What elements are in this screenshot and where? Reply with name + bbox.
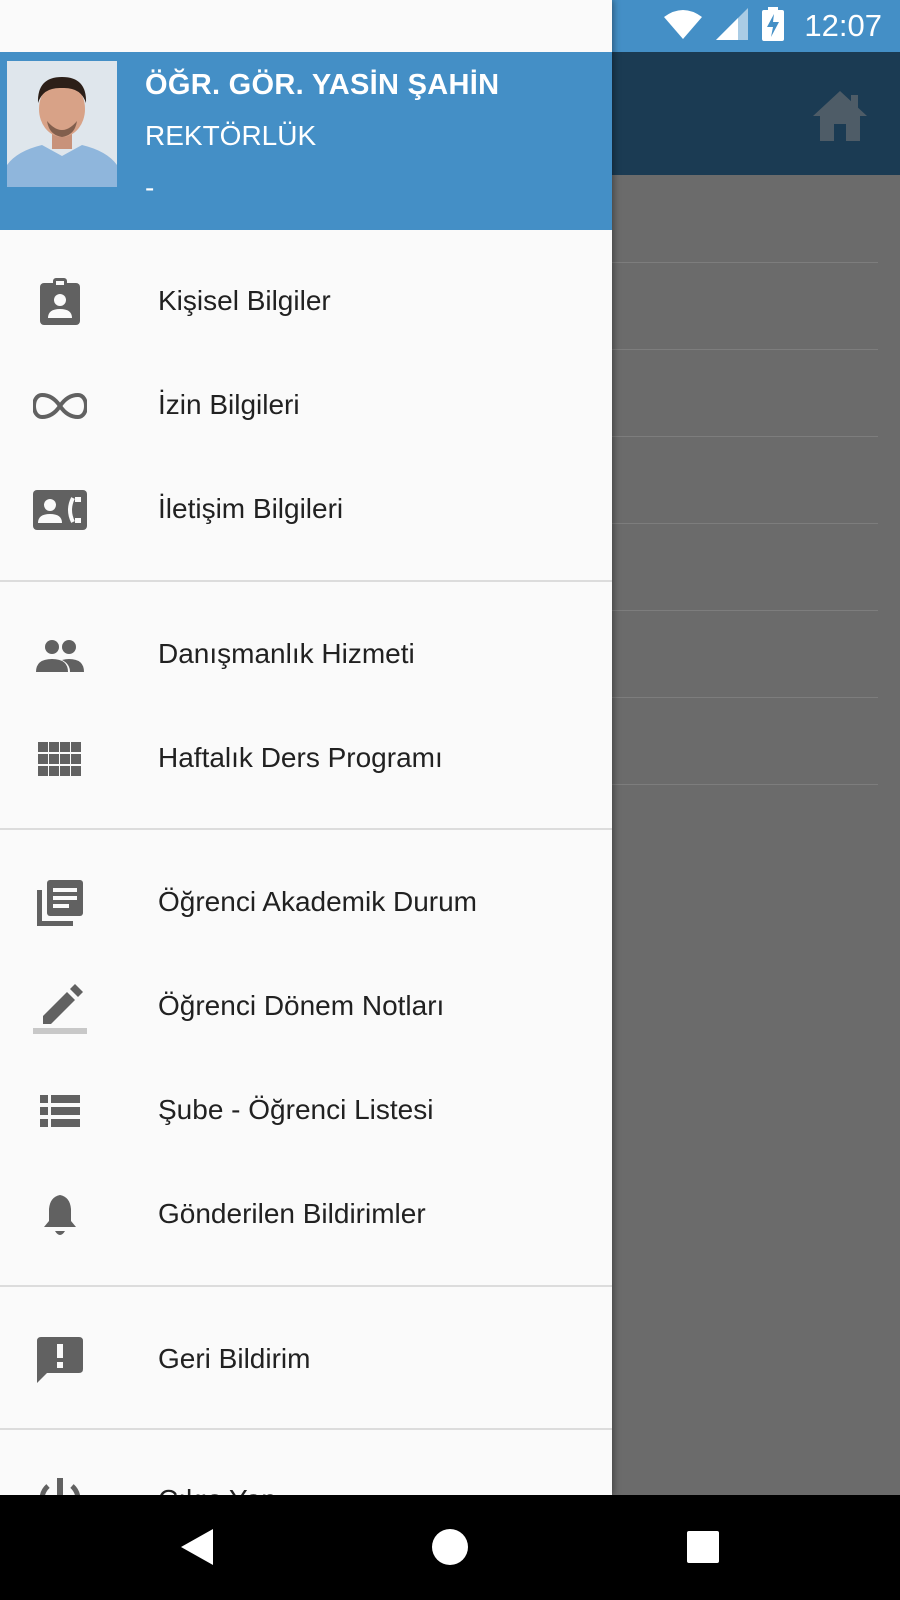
power-icon xyxy=(33,1474,87,1495)
feedback-icon xyxy=(33,1333,87,1387)
list-divider xyxy=(612,784,878,785)
list-divider xyxy=(612,349,878,350)
bell-icon xyxy=(33,1188,87,1242)
menu-item-iletisim-bilgileri[interactable]: İletişim Bilgileri xyxy=(0,457,612,561)
grid-icon xyxy=(33,732,87,786)
menu-item-label: Öğrenci Akademik Durum xyxy=(158,886,478,917)
navigation-drawer: ÖĞR. GÖR. YASİN ŞAHİN REKTÖRLÜK - Kişise… xyxy=(0,0,612,1495)
user-extra: - xyxy=(145,172,155,203)
list-icon xyxy=(33,1084,87,1138)
system-nav-bar xyxy=(0,1495,900,1600)
user-unit: REKTÖRLÜK xyxy=(145,120,317,151)
menu-item-haftalik-ders-programi[interactable]: Haftalık Ders Programı xyxy=(0,706,612,810)
edit-pencil-icon xyxy=(33,980,87,1034)
menu-item-danismanlik-hizmeti[interactable]: Danışmanlık Hizmeti xyxy=(0,602,612,706)
menu-item-label: Haftalık Ders Programı xyxy=(158,742,443,773)
menu-item-ogrenci-donem-notlari[interactable]: Öğrenci Dönem Notları xyxy=(0,954,612,1058)
user-name: ÖĞR. GÖR. YASİN ŞAHİN xyxy=(145,69,500,101)
menu-divider xyxy=(0,828,612,830)
home-icon[interactable] xyxy=(810,86,870,146)
menu-item-cikis-yap[interactable]: Çıkış Yap xyxy=(0,1448,612,1495)
library-books-icon xyxy=(33,876,87,930)
menu-divider xyxy=(0,580,612,582)
cell-signal-icon xyxy=(716,7,749,45)
infinity-icon xyxy=(33,379,87,433)
menu-item-label: Danışmanlık Hizmeti xyxy=(158,638,415,669)
menu-item-label: Çıkış Yap xyxy=(158,1448,277,1495)
menu-item-label: İzin Bilgileri xyxy=(158,389,300,420)
menu-item-label: Öğrenci Dönem Notları xyxy=(158,990,445,1021)
menu-item-kisisel-bilgiler[interactable]: Kişisel Bilgiler xyxy=(0,249,612,353)
contact-phone-icon xyxy=(33,483,87,537)
menu-item-ogrenci-akademik-durum[interactable]: Öğrenci Akademik Durum xyxy=(0,850,612,954)
home-circle-icon[interactable] xyxy=(425,1522,475,1572)
wifi-icon xyxy=(664,9,703,44)
menu-item-label: Kişisel Bilgiler xyxy=(158,285,331,316)
battery-charging-icon xyxy=(762,6,785,46)
menu-item-label: Şube - Öğrenci Listesi xyxy=(158,1094,434,1125)
recents-icon[interactable] xyxy=(678,1522,728,1572)
avatar[interactable] xyxy=(7,61,117,187)
status-time: 12:07 xyxy=(804,8,882,43)
menu-divider xyxy=(0,1428,612,1430)
menu-item-label: Geri Bildirim xyxy=(158,1343,311,1374)
menu-item-label: İletişim Bilgileri xyxy=(158,493,344,524)
menu-item-label: Gönderilen Bildirimler xyxy=(158,1198,426,1229)
list-divider xyxy=(612,262,878,263)
badge-icon xyxy=(33,275,87,329)
drawer-header: ÖĞR. GÖR. YASİN ŞAHİN REKTÖRLÜK - xyxy=(0,52,612,230)
list-divider xyxy=(612,523,878,524)
people-icon xyxy=(33,628,87,682)
list-divider xyxy=(612,610,878,611)
menu-divider xyxy=(0,1285,612,1287)
menu-item-izin-bilgileri[interactable]: İzin Bilgileri xyxy=(0,353,612,457)
list-divider xyxy=(612,697,878,698)
list-divider xyxy=(612,436,878,437)
menu-item-sube-ogrenci-listesi[interactable]: Şube - Öğrenci Listesi xyxy=(0,1058,612,1162)
menu-item-gonderilen-bildirimler[interactable]: Gönderilen Bildirimler xyxy=(0,1162,612,1266)
back-icon[interactable] xyxy=(172,1522,222,1572)
menu-item-geri-bildirim[interactable]: Geri Bildirim xyxy=(0,1307,612,1411)
